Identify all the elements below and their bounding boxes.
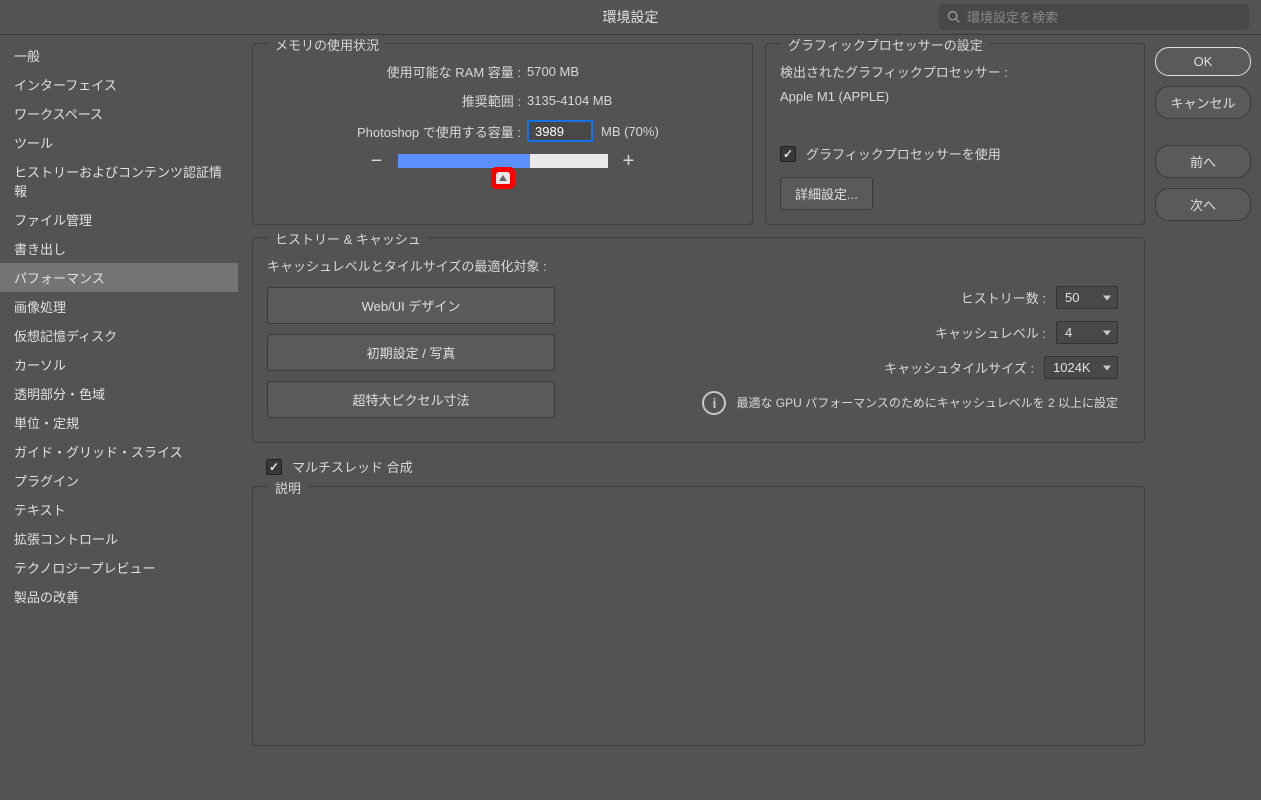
search-icon (947, 10, 961, 24)
cancel-button[interactable]: キャンセル (1155, 86, 1251, 119)
sidebar-item[interactable]: ツール (0, 128, 238, 157)
next-button[interactable]: 次へ (1155, 188, 1251, 221)
cache-preset-button[interactable]: 超特大ピクセル寸法 (267, 381, 555, 418)
cache-tile-label: キャッシュタイルサイズ : (884, 358, 1034, 377)
cache-preset-button[interactable]: Web/UI デザイン (267, 287, 555, 324)
memory-usage-panel: メモリの使用状況 使用可能な RAM 容量 : 5700 MB 推奨範囲 : 3… (252, 43, 753, 225)
use-gpu-checkbox[interactable] (780, 146, 796, 162)
memory-slider-handle[interactable] (491, 167, 515, 189)
use-gpu-label: グラフィックプロセッサーを使用 (806, 144, 1001, 163)
sidebar-item[interactable]: 製品の改善 (0, 582, 238, 611)
info-icon: i (702, 391, 726, 415)
sidebar-item[interactable]: インターフェイス (0, 70, 238, 99)
history-cache-panel: ヒストリー & キャッシュ キャッシュレベルとタイルサイズの最適化対象 : We… (252, 237, 1145, 443)
sidebar-item[interactable]: ヒストリーおよびコンテンツ認証情報 (0, 157, 238, 205)
use-ram-input[interactable] (527, 120, 593, 142)
cache-levels-label: キャッシュレベル : (935, 323, 1046, 342)
multithread-checkbox[interactable] (266, 459, 282, 475)
sidebar-item[interactable]: 仮想記憶ディスク (0, 321, 238, 350)
dialog-buttons: OK キャンセル 前へ 次へ (1155, 43, 1251, 792)
available-ram-label: 使用可能な RAM 容量 : (267, 62, 527, 81)
cache-levels-select[interactable]: 4 (1056, 321, 1118, 344)
sidebar-item[interactable]: パフォーマンス (0, 263, 238, 292)
gpu-settings-panel: グラフィックプロセッサーの設定 検出されたグラフィックプロセッサー : Appl… (765, 43, 1145, 225)
sidebar-item[interactable]: 一般 (0, 41, 238, 70)
search-input[interactable] (967, 10, 1241, 25)
sidebar-item[interactable]: 拡張コントロール (0, 524, 238, 553)
window-title: 環境設定 (603, 7, 659, 27)
search-field[interactable] (939, 4, 1249, 30)
memory-slider-fill (398, 154, 530, 168)
sidebar-item[interactable]: カーソル (0, 350, 238, 379)
sidebar-item[interactable]: ワークスペース (0, 99, 238, 128)
cache-tile-select[interactable]: 1024K (1044, 356, 1118, 379)
ok-button[interactable]: OK (1155, 47, 1251, 76)
history-legend: ヒストリー & キャッシュ (269, 229, 427, 248)
prev-button[interactable]: 前へ (1155, 145, 1251, 178)
sidebar-item[interactable]: 画像処理 (0, 292, 238, 321)
gpu-advanced-button[interactable]: 詳細設定... (780, 177, 873, 210)
cache-preset-button[interactable]: 初期設定 / 写真 (267, 334, 555, 371)
history-states-label: ヒストリー数 : (961, 288, 1046, 307)
gpu-detected-value: Apple M1 (APPLE) (780, 89, 1130, 104)
use-ram-suffix: MB (70%) (601, 124, 659, 139)
description-panel: 説明 (252, 486, 1145, 746)
sidebar-item[interactable]: 書き出し (0, 234, 238, 263)
sidebar: 一般インターフェイスワークスペースツールヒストリーおよびコンテンツ認証情報ファイ… (0, 35, 238, 800)
gpu-info-text: 最適な GPU パフォーマンスのためにキャッシュレベルを 2 以上に設定 (736, 395, 1118, 412)
optimize-label: キャッシュレベルとタイルサイズの最適化対象 : (267, 256, 555, 275)
use-ram-label: Photoshop で使用する容量 : (267, 122, 527, 141)
description-legend: 説明 (269, 478, 307, 497)
sidebar-item[interactable]: プラグイン (0, 466, 238, 495)
sidebar-item[interactable]: テクノロジープレビュー (0, 553, 238, 582)
slider-handle-icon (496, 172, 510, 184)
sidebar-item[interactable]: ファイル管理 (0, 205, 238, 234)
multithread-label: マルチスレッド 合成 (292, 457, 413, 476)
sidebar-item[interactable]: ガイド・グリッド・スライス (0, 437, 238, 466)
memory-decrease-button[interactable]: − (368, 152, 386, 170)
sidebar-item[interactable]: 透明部分・色域 (0, 379, 238, 408)
history-states-select[interactable]: 50 (1056, 286, 1118, 309)
titlebar: 環境設定 (0, 0, 1261, 34)
ideal-range-label: 推奨範囲 : (267, 91, 527, 110)
available-ram-value: 5700 MB (527, 64, 579, 79)
ideal-range-value: 3135-4104 MB (527, 93, 612, 108)
memory-slider[interactable] (398, 154, 608, 168)
gpu-detected-label: 検出されたグラフィックプロセッサー : (780, 62, 1130, 81)
sidebar-item[interactable]: テキスト (0, 495, 238, 524)
gpu-legend: グラフィックプロセッサーの設定 (782, 35, 989, 54)
memory-increase-button[interactable]: + (620, 152, 638, 170)
memory-legend: メモリの使用状況 (269, 35, 385, 54)
sidebar-item[interactable]: 単位・定規 (0, 408, 238, 437)
